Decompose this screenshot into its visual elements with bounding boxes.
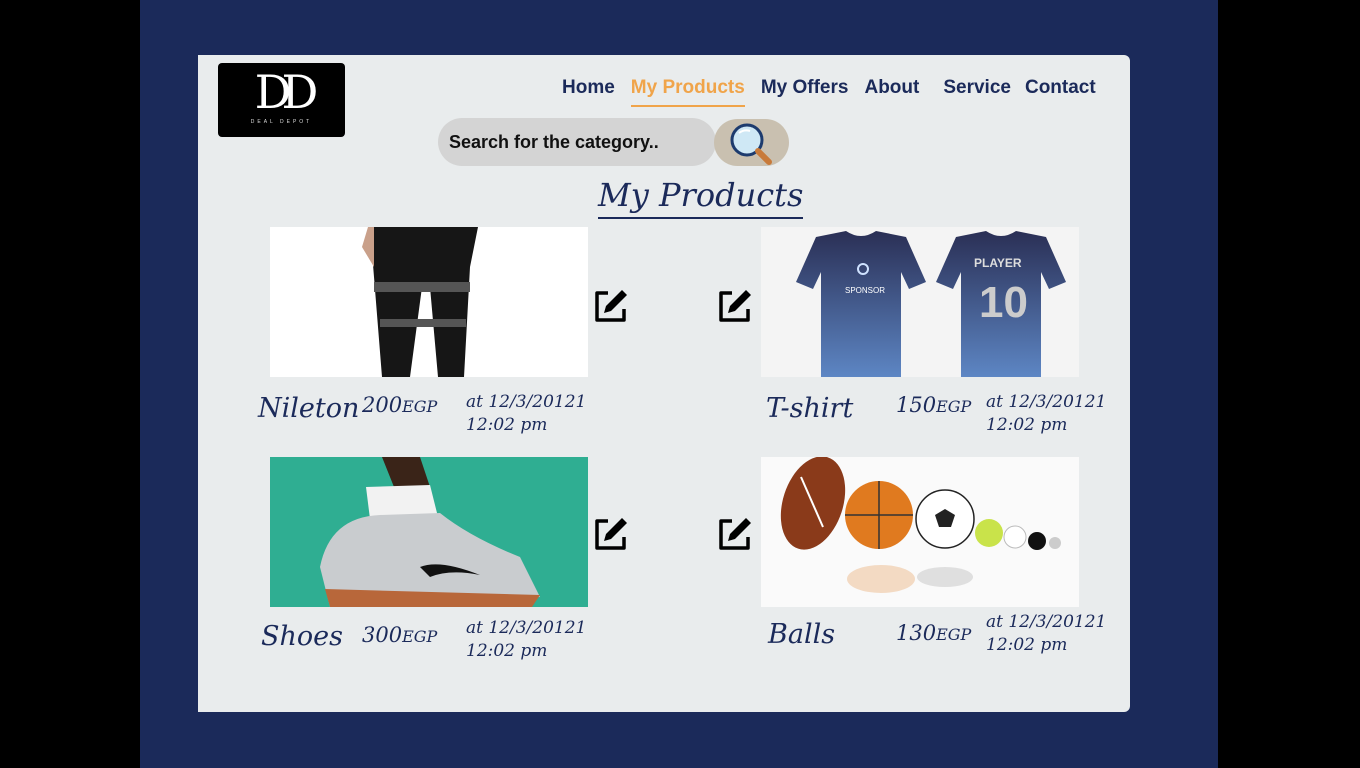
- edit-product-button[interactable]: [716, 287, 754, 325]
- date-line: at 12/3/20121: [466, 392, 587, 412]
- price-currency: EGP: [402, 627, 438, 646]
- product-image[interactable]: SPONSOR PLAYER 10: [761, 227, 1079, 377]
- nav-about[interactable]: About: [864, 77, 919, 107]
- edit-icon: [719, 518, 751, 550]
- product-date: at 12/3/20121 12:02 pm: [986, 391, 1106, 437]
- edit-icon: [719, 290, 751, 322]
- nav-my-products[interactable]: My Products: [630, 77, 745, 107]
- product-date: at 12/3/20121 12:02 pm: [466, 617, 586, 663]
- search-icon: [730, 123, 772, 165]
- time-line: 12:02 pm: [466, 415, 548, 435]
- date-line: at 12/3/20121: [986, 612, 1107, 632]
- time-line: 12:02 pm: [986, 415, 1068, 435]
- product-name: Balls: [768, 619, 836, 650]
- price-value: 300: [362, 623, 403, 647]
- product-name: T-shirt: [766, 393, 854, 424]
- svg-text:PLAYER: PLAYER: [974, 256, 1022, 270]
- product-price: 300EGP: [362, 623, 437, 647]
- product-price: 150EGP: [896, 393, 971, 417]
- nav-contact[interactable]: Contact: [1025, 77, 1096, 107]
- product-date: at 12/3/20121 12:02 pm: [986, 611, 1106, 657]
- balls-image: [761, 457, 1079, 607]
- edit-icon: [595, 518, 627, 550]
- product-name: Shoes: [261, 621, 343, 652]
- product-date: at 12/3/20121 12:02 pm: [466, 391, 586, 437]
- page-title: My Products: [598, 173, 804, 219]
- price-value: 130: [896, 621, 937, 645]
- svg-text:10: 10: [979, 278, 1028, 327]
- time-line: 12:02 pm: [986, 635, 1068, 655]
- date-line: at 12/3/20121: [466, 618, 587, 638]
- date-line: at 12/3/20121: [986, 392, 1107, 412]
- jersey-image: SPONSOR PLAYER 10: [761, 227, 1079, 377]
- product-price: 130EGP: [896, 621, 971, 645]
- search-bar: [438, 118, 789, 166]
- sneaker-image: [270, 457, 588, 607]
- product-card: Shoes 300EGP at 12/3/20121 12:02 pm: [258, 457, 688, 677]
- product-image[interactable]: [761, 457, 1079, 607]
- nav-my-offers[interactable]: My Offers: [761, 77, 849, 107]
- leggings-image: [270, 227, 588, 377]
- product-image[interactable]: [270, 457, 588, 607]
- nav-service[interactable]: Service: [943, 77, 1011, 107]
- edit-product-button[interactable]: [716, 515, 754, 553]
- edit-product-button[interactable]: [592, 287, 630, 325]
- logo-subtext: DEAL DEPOT: [250, 119, 313, 125]
- page-background: DD DEAL DEPOT Home My Products My Offers…: [140, 0, 1218, 768]
- price-currency: EGP: [402, 397, 438, 416]
- edit-product-button[interactable]: [592, 515, 630, 553]
- svg-text:SPONSOR: SPONSOR: [845, 286, 885, 295]
- brand-logo[interactable]: DD DEAL DEPOT: [218, 63, 345, 137]
- time-line: 12:02 pm: [466, 641, 548, 661]
- product-image[interactable]: [270, 227, 588, 377]
- product-card: SPONSOR PLAYER 10 T-shirt 150EGP at 12/3…: [716, 227, 1146, 447]
- product-card: Balls 130EGP at 12/3/20121 12:02 pm: [716, 457, 1146, 677]
- main-card: DD DEAL DEPOT Home My Products My Offers…: [198, 55, 1130, 712]
- price-value: 200: [362, 393, 403, 417]
- search-input[interactable]: [438, 118, 716, 166]
- edit-icon: [595, 290, 627, 322]
- price-value: 150: [896, 393, 937, 417]
- price-currency: EGP: [936, 625, 972, 644]
- search-button[interactable]: [714, 119, 789, 166]
- logo-mark: DD: [254, 65, 319, 119]
- nav-home[interactable]: Home: [562, 77, 615, 107]
- product-price: 200EGP: [362, 393, 437, 417]
- main-nav: Home My Products My Offers About Service…: [562, 77, 1112, 107]
- product-card: Nileton 200EGP at 12/3/20121 12:02 pm: [258, 227, 688, 447]
- product-name: Nileton: [258, 393, 360, 424]
- price-currency: EGP: [936, 397, 972, 416]
